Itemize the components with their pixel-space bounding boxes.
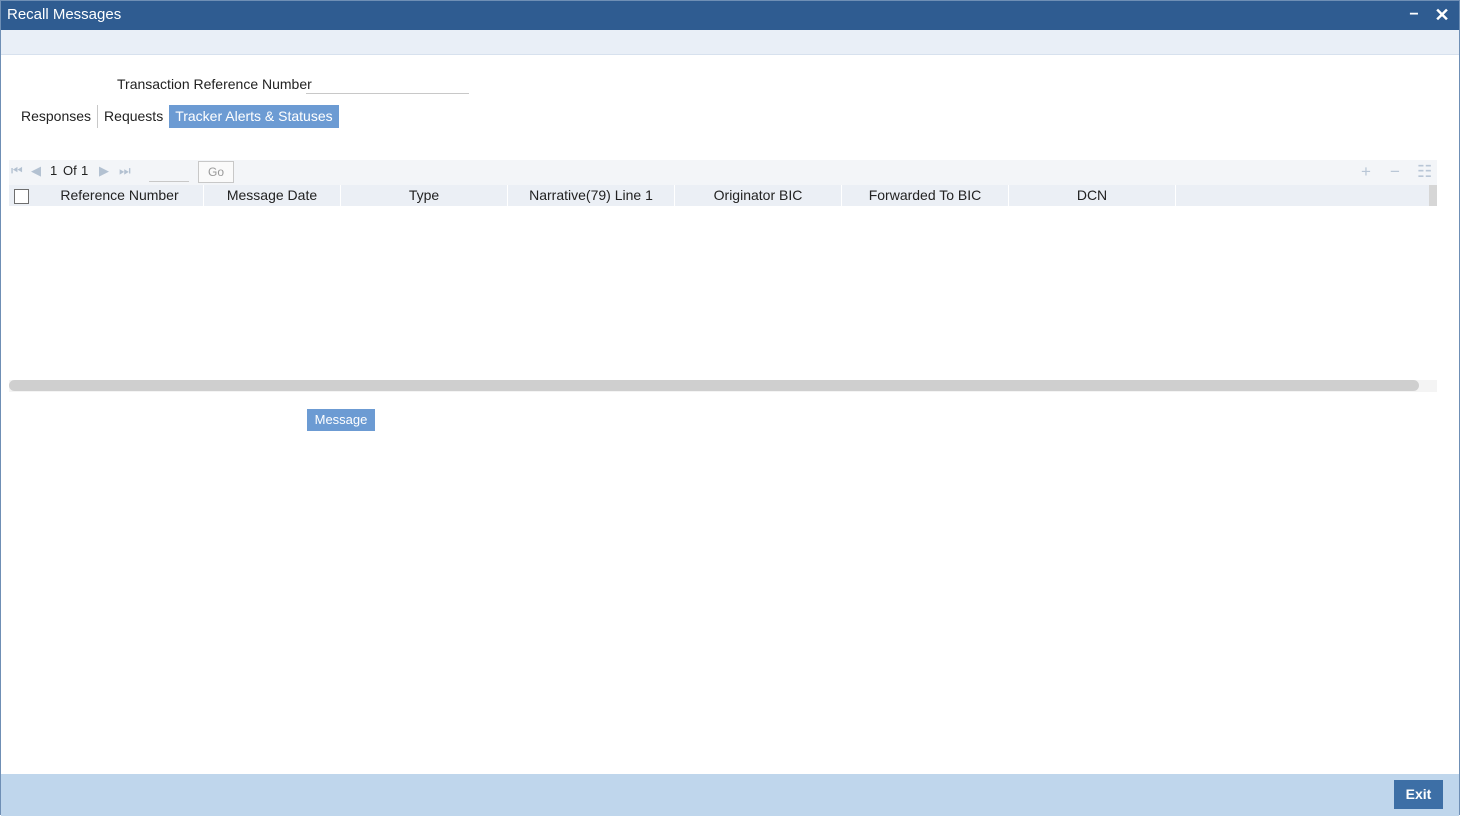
transaction-reference-input[interactable] bbox=[306, 73, 469, 94]
add-row-icon[interactable]: + bbox=[1361, 162, 1371, 182]
message-button[interactable]: Message bbox=[307, 409, 375, 431]
window-title: Recall Messages bbox=[7, 6, 122, 23]
footer-bar: Exit bbox=[1, 774, 1459, 816]
grid-vertical-scrollbar[interactable] bbox=[1429, 185, 1437, 206]
column-header-message-date[interactable]: Message Date bbox=[204, 185, 341, 206]
next-page-icon[interactable]: ▶ bbox=[99, 163, 109, 179]
column-header-dcn[interactable]: DCN bbox=[1009, 185, 1176, 206]
minimize-button[interactable]: − bbox=[1403, 5, 1425, 25]
horizontal-scrollbar-thumb[interactable] bbox=[9, 380, 1419, 391]
delete-row-icon[interactable]: − bbox=[1390, 162, 1400, 182]
recall-messages-window: Recall Messages − ✕ Transaction Referenc… bbox=[0, 0, 1460, 816]
column-header-forwarded-to-bic[interactable]: Forwarded To BIC bbox=[842, 185, 1009, 206]
close-button[interactable]: ✕ bbox=[1431, 5, 1453, 25]
column-header-narrative[interactable]: Narrative(79) Line 1 bbox=[508, 185, 675, 206]
grid-body bbox=[9, 206, 1437, 380]
goto-page-input[interactable] bbox=[149, 162, 189, 182]
column-header-originator-bic[interactable]: Originator BIC bbox=[675, 185, 842, 206]
first-page-icon[interactable]: ⏮ bbox=[11, 163, 23, 179]
tab-requests[interactable]: Requests bbox=[98, 105, 169, 128]
total-pages-number: 1 bbox=[81, 163, 89, 178]
go-button[interactable]: Go bbox=[198, 161, 234, 183]
transaction-reference-label: Transaction Reference Number bbox=[117, 76, 312, 92]
grid-pager: ⏮ ◀ 1 Of 1 ▶ ⏭ Go + − ☷ bbox=[9, 160, 1437, 185]
exit-button[interactable]: Exit bbox=[1394, 780, 1443, 809]
last-page-icon[interactable]: ⏭ bbox=[119, 163, 131, 179]
column-header-type[interactable]: Type bbox=[341, 185, 508, 206]
tab-tracker-alerts-statuses[interactable]: Tracker Alerts & Statuses bbox=[169, 105, 339, 128]
column-header-reference-number[interactable]: Reference Number bbox=[36, 185, 204, 206]
toolbar-strip bbox=[1, 30, 1459, 55]
current-page-number: 1 bbox=[50, 163, 58, 178]
page-of-label: Of bbox=[63, 163, 77, 178]
select-all-checkbox[interactable] bbox=[14, 189, 29, 204]
title-bar: Recall Messages − ✕ bbox=[1, 1, 1459, 30]
tab-bar: Responses Requests Tracker Alerts & Stat… bbox=[15, 105, 339, 128]
prev-page-icon[interactable]: ◀ bbox=[31, 163, 41, 179]
grid-header: Reference Number Message Date Type Narra… bbox=[9, 185, 1429, 206]
single-view-icon[interactable]: ☷ bbox=[1417, 162, 1432, 182]
tab-responses[interactable]: Responses bbox=[15, 105, 99, 128]
